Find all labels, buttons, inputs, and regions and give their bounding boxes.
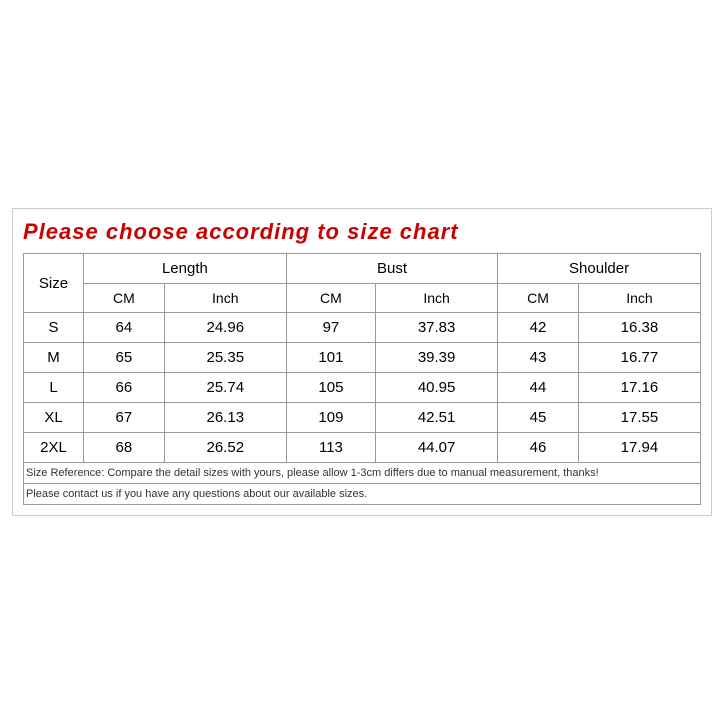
table-cell: 97: [286, 313, 375, 343]
table-cell: 46: [498, 433, 579, 463]
size-table: Size Length Bust Shoulder CM Inch CM Inc…: [23, 253, 701, 463]
bust-inch-header: Inch: [376, 284, 498, 313]
chart-title: Please choose according to size chart: [23, 219, 701, 245]
table-row: S6424.969737.834216.38: [24, 313, 701, 343]
table-row: M6525.3510139.394316.77: [24, 343, 701, 373]
table-cell: M: [24, 343, 84, 373]
length-group-header: Length: [84, 254, 287, 284]
table-cell: 17.16: [578, 373, 700, 403]
table-cell: 25.74: [164, 373, 286, 403]
table-cell: 16.38: [578, 313, 700, 343]
length-inch-header: Inch: [164, 284, 286, 313]
table-cell: 67: [84, 403, 165, 433]
table-row: L6625.7410540.954417.16: [24, 373, 701, 403]
table-cell: 109: [286, 403, 375, 433]
table-cell: 101: [286, 343, 375, 373]
table-cell: 45: [498, 403, 579, 433]
table-cell: XL: [24, 403, 84, 433]
note-line2: Please contact us if you have any questi…: [23, 484, 701, 505]
table-row: 2XL6826.5211344.074617.94: [24, 433, 701, 463]
table-cell: 17.94: [578, 433, 700, 463]
table-cell: 64: [84, 313, 165, 343]
table-cell: 65: [84, 343, 165, 373]
table-cell: S: [24, 313, 84, 343]
shoulder-cm-header: CM: [498, 284, 579, 313]
table-cell: 43: [498, 343, 579, 373]
table-cell: 42.51: [376, 403, 498, 433]
bust-group-header: Bust: [286, 254, 497, 284]
table-cell: 17.55: [578, 403, 700, 433]
table-row: XL6726.1310942.514517.55: [24, 403, 701, 433]
table-cell: 37.83: [376, 313, 498, 343]
table-cell: 2XL: [24, 433, 84, 463]
shoulder-group-header: Shoulder: [498, 254, 701, 284]
table-cell: 26.13: [164, 403, 286, 433]
table-cell: L: [24, 373, 84, 403]
size-chart-container: Please choose according to size chart Si…: [12, 208, 712, 516]
table-cell: 44: [498, 373, 579, 403]
note-line1: Size Reference: Compare the detail sizes…: [23, 463, 701, 484]
length-cm-header: CM: [84, 284, 165, 313]
table-cell: 24.96: [164, 313, 286, 343]
table-cell: 66: [84, 373, 165, 403]
table-cell: 16.77: [578, 343, 700, 373]
table-cell: 39.39: [376, 343, 498, 373]
table-cell: 26.52: [164, 433, 286, 463]
table-cell: 105: [286, 373, 375, 403]
table-cell: 44.07: [376, 433, 498, 463]
table-cell: 42: [498, 313, 579, 343]
size-column-header: Size: [24, 254, 84, 313]
shoulder-inch-header: Inch: [578, 284, 700, 313]
table-cell: 113: [286, 433, 375, 463]
table-cell: 68: [84, 433, 165, 463]
table-cell: 40.95: [376, 373, 498, 403]
bust-cm-header: CM: [286, 284, 375, 313]
table-cell: 25.35: [164, 343, 286, 373]
